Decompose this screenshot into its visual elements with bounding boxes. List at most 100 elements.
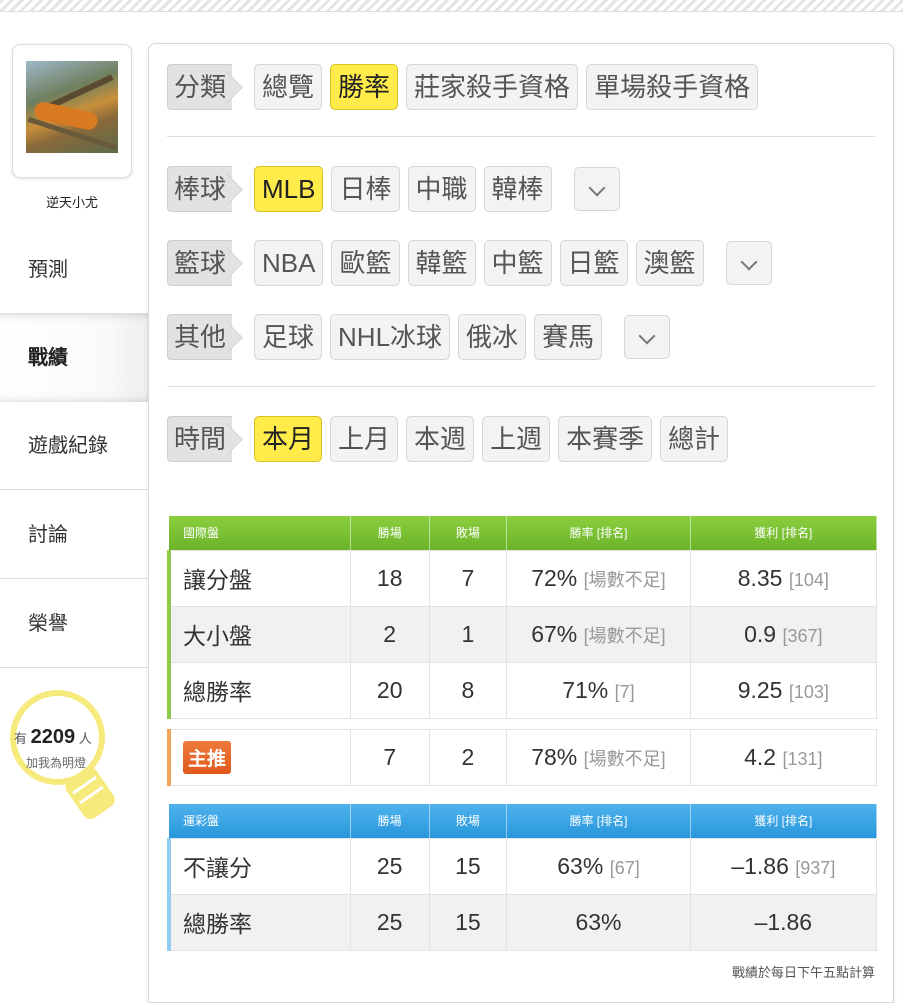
row-name: 總勝率: [166, 893, 351, 951]
filter-label-basketball: 籃球: [167, 240, 233, 286]
chip-single-killer[interactable]: 單場殺手資格: [586, 64, 759, 110]
row-profit: 4.2 [131]: [689, 729, 878, 786]
chip-china-basket[interactable]: 中籃: [483, 240, 552, 286]
row-losses: 7: [428, 549, 508, 607]
username[interactable]: 逆天小尤: [12, 192, 132, 211]
nav-honor[interactable]: 榮譽: [0, 580, 150, 668]
row-name: 讓分盤: [166, 549, 351, 607]
header-market: 運彩盤: [169, 804, 351, 838]
chip-euro-basket[interactable]: 歐籃: [331, 240, 400, 286]
row-rate: 71% [7]: [506, 661, 691, 719]
featured-badge: 主推: [183, 741, 232, 774]
main-panel: 分類 總覽 勝率 莊家殺手資格 單場殺手資格 棒球 MLB 日棒 中職 韓棒 籃…: [148, 43, 894, 1003]
header-profit: 獲利 [排名]: [690, 804, 878, 838]
row-losses: 2: [428, 729, 508, 786]
header-wins: 勝場: [350, 516, 430, 550]
row-wins: 25: [349, 837, 430, 895]
chip-horse-racing[interactable]: 賽馬: [534, 314, 603, 360]
chip-aus-basket[interactable]: 澳籃: [635, 240, 704, 286]
sidebar: 逆天小尤 預測 戰績 遊戲紀錄 討論 榮譽: [0, 12, 150, 1000]
row-rate: 78% [場數不足]: [506, 729, 691, 786]
chip-nba[interactable]: NBA: [254, 240, 324, 286]
table-header: 國際盤 勝場 敗場 勝率 [排名] 獲利 [排名]: [169, 516, 878, 550]
row-profit: 9.25 [103]: [689, 661, 878, 719]
chip-soccer[interactable]: 足球: [254, 314, 323, 360]
row-rate: 72% [場數不足]: [506, 549, 691, 607]
header-win-rate: 勝率 [排名]: [506, 516, 691, 550]
lottery-stats-table: 運彩盤 勝場 敗場 勝率 [排名] 獲利 [排名] 不讓分 25 15 63% …: [166, 804, 878, 951]
table-row: 大小盤 2 1 67% [場數不足] 0.9 [367]: [166, 605, 878, 663]
row-profit: –1.86: [689, 893, 878, 951]
row-name: 總勝率: [166, 661, 351, 719]
chip-this-week[interactable]: 本週: [406, 416, 475, 462]
filter-label-baseball: 棒球: [167, 166, 233, 212]
top-decoration: [0, 0, 903, 12]
row-profit: –1.86 [937]: [689, 837, 878, 895]
chip-total[interactable]: 總計: [660, 416, 729, 462]
row-wins: 7: [349, 729, 430, 786]
header-market: 國際盤: [169, 516, 351, 550]
footnote: 戰績於每日下午五點計算: [731, 965, 875, 980]
featured-cell: 主推: [166, 729, 351, 786]
chip-kbo[interactable]: 韓棒: [483, 166, 552, 212]
filter-label-time: 時間: [167, 416, 233, 462]
row-wins: 25: [349, 893, 430, 951]
chip-mlb[interactable]: MLB: [254, 166, 324, 212]
chip-cpbl[interactable]: 中職: [407, 166, 476, 212]
chevron-down-icon[interactable]: [573, 167, 620, 211]
avatar[interactable]: [26, 61, 118, 153]
filter-row-category: 分類 總覽 勝率 莊家殺手資格 單場殺手資格: [167, 64, 759, 110]
row-rate: 67% [場數不足]: [506, 605, 691, 663]
chip-this-month[interactable]: 本月: [254, 416, 323, 462]
header-wins: 勝場: [350, 804, 430, 838]
chip-last-month[interactable]: 上月: [330, 416, 399, 462]
chip-win-rate[interactable]: 勝率: [330, 64, 399, 110]
table-row: 主推 7 2 78% [場數不足] 4.2 [131]: [166, 729, 878, 786]
chevron-down-icon[interactable]: [624, 315, 671, 359]
filter-row-baseball: 棒球 MLB 日棒 中職 韓棒: [167, 166, 620, 212]
row-profit: 0.9 [367]: [689, 605, 878, 663]
chevron-down-icon[interactable]: [725, 241, 772, 285]
header-losses: 敗場: [429, 516, 508, 550]
featured-stats-table: 主推 7 2 78% [場數不足] 4.2 [131]: [166, 729, 878, 786]
chip-npb[interactable]: 日棒: [331, 166, 400, 212]
chip-khl[interactable]: 俄冰: [458, 314, 527, 360]
header-profit: 獲利 [排名]: [690, 516, 878, 550]
row-rate: 63%: [506, 893, 691, 951]
row-profit: 8.35 [104]: [689, 549, 878, 607]
light-caption[interactable]: 加我為明燈: [26, 754, 116, 771]
filter-label-other: 其他: [167, 314, 233, 360]
avatar-card[interactable]: [12, 44, 132, 178]
row-rate: 63% [67]: [506, 837, 691, 895]
divider: [167, 136, 875, 137]
row-name: 大小盤: [166, 605, 351, 663]
table-header: 運彩盤 勝場 敗場 勝率 [排名] 獲利 [排名]: [169, 804, 878, 838]
chip-nhl[interactable]: NHL冰球: [330, 314, 451, 360]
nav-record[interactable]: 戰績: [0, 314, 150, 402]
intl-stats-table: 國際盤 勝場 敗場 勝率 [排名] 獲利 [排名] 讓分盤 18 7 72% […: [166, 516, 878, 719]
light-count: 有 2209 人: [14, 726, 92, 748]
table-row: 總勝率 25 15 63% –1.86: [166, 893, 878, 951]
row-losses: 15: [428, 837, 508, 895]
nav-predict[interactable]: 預測: [0, 226, 150, 314]
filter-row-time: 時間 本月 上月 本週 上週 本賽季 總計: [167, 416, 729, 462]
row-losses: 8: [428, 661, 508, 719]
nav-discussion[interactable]: 討論: [0, 491, 150, 579]
row-wins: 20: [349, 661, 430, 719]
chip-this-season[interactable]: 本賽季: [558, 416, 653, 462]
table-row: 總勝率 20 8 71% [7] 9.25 [103]: [166, 661, 878, 719]
header-win-rate: 勝率 [排名]: [506, 804, 691, 838]
filter-row-basketball: 籃球 NBA 歐籃 韓籃 中籃 日籃 澳籃: [167, 240, 772, 286]
row-losses: 15: [428, 893, 508, 951]
row-name: 不讓分: [166, 837, 351, 895]
filter-row-other: 其他 足球 NHL冰球 俄冰 賽馬: [167, 314, 671, 360]
chip-japan-basket[interactable]: 日籃: [559, 240, 628, 286]
divider: [167, 386, 875, 387]
table-row: 讓分盤 18 7 72% [場數不足] 8.35 [104]: [166, 549, 878, 607]
nav-game-log[interactable]: 遊戲紀錄: [0, 402, 150, 490]
chip-korea-basket[interactable]: 韓籃: [407, 240, 476, 286]
filter-label-category: 分類: [167, 64, 233, 110]
chip-bookie-killer[interactable]: 莊家殺手資格: [406, 64, 579, 110]
chip-last-week[interactable]: 上週: [482, 416, 551, 462]
chip-overview[interactable]: 總覽: [254, 64, 323, 110]
